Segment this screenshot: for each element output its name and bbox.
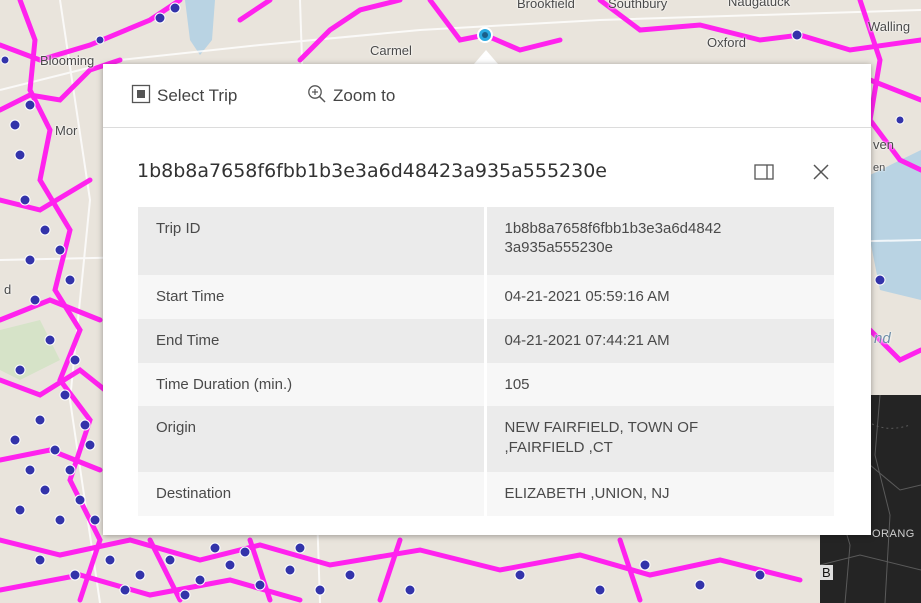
attribute-row: Destination ELIZABETH ,UNION, NJ <box>138 472 834 516</box>
attribute-row: Trip ID 1b8b8a7658f6fbb1b3e3a6d4842 3a93… <box>138 207 834 275</box>
attribute-label: Destination <box>138 472 487 516</box>
map-label-naugatuck: Naugatuck <box>728 0 791 9</box>
attribute-value: 04-21-2021 05:59:16 AM <box>485 275 834 319</box>
popup-action-bar: Select Trip Zoom to <box>103 64 871 128</box>
attribute-row: Origin NEW FAIRFIELD, TOWN OF ,FAIRFIELD… <box>138 406 834 472</box>
attribute-label: Trip ID <box>138 207 487 275</box>
overview-label-orange: ORANG <box>872 528 915 540</box>
map-label-d: d <box>4 282 12 297</box>
attribute-value: 04-21-2021 07:44:21 AM <box>485 319 834 363</box>
select-trip-label: Select Trip <box>157 86 238 105</box>
attribute-value: 1b8b8a7658f6fbb1b3e3a6d4842 3a935a555230… <box>485 207 834 275</box>
map-label-ven: ven <box>873 137 894 152</box>
map-label-nd: nd <box>874 330 891 347</box>
map-label-carmel: Carmel <box>370 43 412 58</box>
attribute-label: Start Time <box>138 275 487 319</box>
attribute-value: 105 <box>485 363 834 406</box>
zoom-to-label: Zoom to <box>333 86 396 105</box>
map-label-oxford: Oxford <box>707 35 747 50</box>
attribute-label: Time Duration (min.) <box>138 363 487 406</box>
dock-icon[interactable] <box>752 160 776 184</box>
map-label-southbury: Southbury <box>608 0 668 11</box>
map-label-walling: Walling <box>868 19 911 34</box>
attribute-row: End Time 04-21-2021 07:44:21 AM <box>138 319 834 363</box>
attribute-row: Start Time 04-21-2021 05:59:16 AM <box>138 275 834 319</box>
map-label-brookfield: Brookfield <box>517 0 575 11</box>
attribute-value: NEW FAIRFIELD, TOWN OF ,FAIRFIELD ,CT <box>485 406 834 472</box>
overview-label-b: B <box>820 565 834 580</box>
attribute-table: Trip ID 1b8b8a7658f6fbb1b3e3a6d4842 3a93… <box>138 207 834 516</box>
attribute-label: End Time <box>138 319 487 363</box>
attribute-value: ELIZABETH ,UNION, NJ <box>485 472 834 516</box>
select-trip-button[interactable]: Select Trip <box>131 84 237 108</box>
zoom-to-button[interactable]: Zoom to <box>307 84 395 108</box>
map-label-blooming: Blooming <box>40 53 95 68</box>
popup-title: 1b8b8a7658f6fbb1b3e3a6d48423a935a555230e <box>137 160 607 182</box>
select-square-icon <box>131 84 151 109</box>
popup-pointer <box>474 50 498 64</box>
map-label-en: en <box>873 162 886 174</box>
map-label-mor: Mor <box>55 123 78 138</box>
attribute-label: Origin <box>138 406 487 472</box>
zoom-in-icon <box>307 84 327 109</box>
feature-popup: Select Trip Zoom to 1b8b8a7658f6fbb1b3e3… <box>103 64 871 535</box>
popup-header: 1b8b8a7658f6fbb1b3e3a6d48423a935a555230e <box>137 160 841 190</box>
close-icon[interactable] <box>809 160 833 184</box>
attribute-row: Time Duration (min.) 105 <box>138 363 834 406</box>
